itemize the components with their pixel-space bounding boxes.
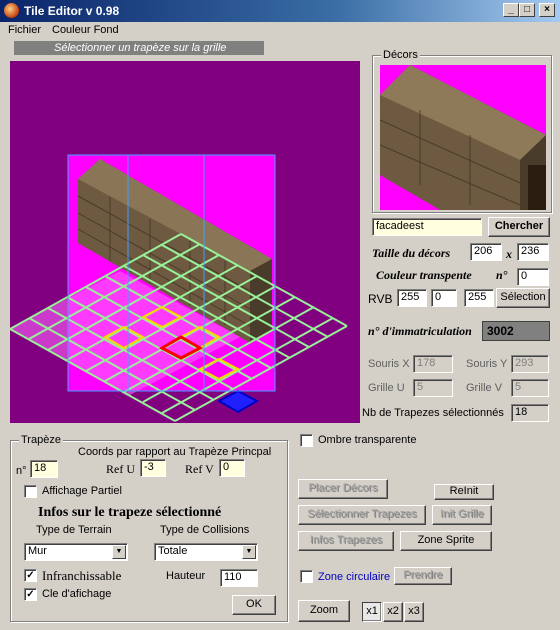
green-input[interactable]: 0 <box>431 289 457 307</box>
tile-canvas[interactable] <box>10 61 360 423</box>
ref-v-input[interactable]: 0 <box>219 459 245 477</box>
trapeze-n-input[interactable]: 18 <box>30 460 58 478</box>
decors-preview-image <box>380 65 546 210</box>
ref-v-label: Ref V <box>185 462 214 476</box>
height-label: Hauteur <box>166 570 206 582</box>
registration-label: n° d'immatriculation <box>368 324 472 338</box>
circular-zone-checkbox[interactable] <box>300 570 313 583</box>
transparent-color-label: Couleur transpente <box>376 268 472 282</box>
grid-u-value: 5 <box>413 379 453 397</box>
menu-bar: Fichier Couleur Fond <box>0 22 560 40</box>
shadow-label: Ombre transparente <box>318 434 417 446</box>
title-bar: Tile Editor v 0.98 _ □ × <box>0 0 560 22</box>
init-grid-button[interactable]: Init Grille <box>432 505 492 525</box>
grid-u-label: Grille U <box>368 382 405 394</box>
shadow-checkbox[interactable] <box>300 434 313 447</box>
ref-u-input[interactable]: -3 <box>140 459 166 477</box>
zoom-x3-option[interactable]: x3 <box>404 602 424 622</box>
mouse-x-value: 178 <box>413 355 453 373</box>
transparent-n-input[interactable]: 0 <box>517 268 549 286</box>
impassable-checkbox[interactable]: ✓ <box>24 569 37 582</box>
reinit-button[interactable]: ReInit <box>434 484 494 500</box>
app-icon <box>4 3 19 18</box>
decors-preview <box>380 65 546 210</box>
collision-type-label: Type de Collisions <box>160 524 250 536</box>
registration-value: 3002 <box>482 321 550 341</box>
status-hint: Sélectionner un trapèze sur la grille <box>14 41 264 55</box>
size-label: Taille du décors <box>372 246 451 260</box>
transparent-n-label: n° <box>496 268 508 282</box>
chevron-down-icon[interactable]: ▼ <box>112 545 126 559</box>
close-button[interactable]: × <box>539 3 555 17</box>
maximize-button[interactable]: □ <box>519 3 535 17</box>
info-title: Infos sur le trapeze sélectionné <box>38 505 222 520</box>
mouse-y-label: Souris Y <box>466 358 508 370</box>
ok-button[interactable]: OK <box>232 595 276 615</box>
chevron-down-icon[interactable]: ▼ <box>242 545 256 559</box>
decors-group: Décors <box>372 49 552 213</box>
display-key-label: Cle d'afichage <box>42 588 112 600</box>
mouse-x-label: Souris X <box>368 358 410 370</box>
menu-fichier[interactable]: Fichier <box>8 24 41 36</box>
tile-canvas-drawing <box>10 154 348 422</box>
mouse-y-value: 293 <box>511 355 549 373</box>
impassable-label: Infranchissable <box>42 568 122 583</box>
zoom-x1-option[interactable]: x1 <box>362 602 382 622</box>
ref-u-label: Ref U <box>106 462 135 476</box>
select-trapezes-button[interactable]: Sélectionner Trapezes <box>298 505 426 525</box>
info-trapezes-button[interactable]: Infos Trapezes <box>298 531 394 551</box>
decors-filename-input[interactable]: facadeest <box>372 218 482 236</box>
take-button[interactable]: Prendre <box>394 567 452 585</box>
size-x-label: x <box>506 247 512 261</box>
width-input[interactable]: 206 <box>470 243 502 261</box>
minimize-button[interactable]: _ <box>503 3 519 17</box>
place-decors-button[interactable]: Placer Décors <box>298 479 388 499</box>
selected-count-label: Nb de Trapezes sélectionnés <box>362 407 504 419</box>
terrain-type-select[interactable]: Mur ▼ <box>24 543 128 561</box>
window-title: Tile Editor v 0.98 <box>24 4 120 18</box>
collision-type-select[interactable]: Totale ▼ <box>154 543 258 561</box>
menu-couleur-fond[interactable]: Couleur Fond <box>52 24 119 36</box>
decors-legend: Décors <box>381 49 420 61</box>
red-input[interactable]: 255 <box>397 289 427 307</box>
display-key-checkbox[interactable]: ✓ <box>24 588 37 601</box>
selected-count-value: 18 <box>511 404 549 422</box>
collision-type-value: Totale <box>158 545 188 557</box>
height-input[interactable]: 110 <box>220 569 258 587</box>
trapeze-n-label: n° <box>16 465 27 477</box>
blue-input[interactable]: 255 <box>464 289 494 307</box>
selection-button[interactable]: Sélection <box>496 288 550 308</box>
zoom-x2-option[interactable]: x2 <box>383 602 403 622</box>
partial-display-label: Affichage Partiel <box>42 485 122 497</box>
zone-sprite-button[interactable]: Zone Sprite <box>400 531 492 551</box>
rvb-label: RVB <box>368 292 393 306</box>
terrain-type-value: Mur <box>28 545 47 557</box>
search-button[interactable]: Chercher <box>488 217 550 237</box>
partial-display-checkbox[interactable] <box>24 485 37 498</box>
grid-v-value: 5 <box>511 379 549 397</box>
zoom-button[interactable]: Zoom <box>298 600 350 622</box>
terrain-type-label: Type de Terrain <box>36 524 112 536</box>
height-input[interactable]: 236 <box>517 243 549 261</box>
grid-v-label: Grille V <box>466 382 503 394</box>
coords-title: Coords par rapport au Trapèze Princpal <box>78 446 272 458</box>
circular-zone-label: Zone circulaire <box>318 571 391 583</box>
trapeze-legend: Trapèze <box>19 434 63 446</box>
